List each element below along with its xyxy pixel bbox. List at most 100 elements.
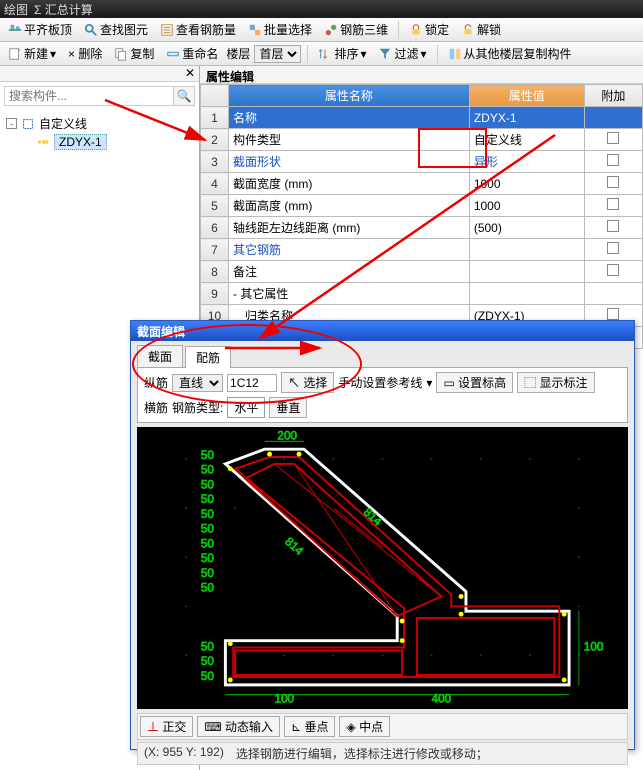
view-rebar-qty-button[interactable]: 查看钢筋量: [156, 19, 240, 40]
select-button[interactable]: ↖ 选择: [281, 372, 334, 393]
svg-text:50: 50: [201, 537, 215, 550]
component-tree: - 自定义线 ZDYX-1: [0, 110, 199, 155]
prop-extra-cell[interactable]: [584, 173, 642, 195]
prop-name-cell: 截面宽度 (mm): [229, 173, 470, 195]
tree-root[interactable]: - 自定义线: [6, 114, 193, 133]
midpoint-button[interactable]: ◈ 中点: [339, 716, 390, 737]
row-number: 5: [201, 195, 229, 217]
property-row[interactable]: 7其它钢筋: [201, 239, 643, 261]
dynamic-input-button[interactable]: ⌨ 动态输入: [197, 716, 280, 737]
checkbox[interactable]: [607, 176, 619, 188]
prop-value-cell[interactable]: 异形: [469, 151, 584, 173]
prop-name-cell: 截面高度 (mm): [229, 195, 470, 217]
section-toolbar: 纵筋 直线 ↖ 选择 手动设置参考线▾ ▭ 设置标高 ⬚ 显示标注 横筋 钢筋类…: [137, 367, 628, 423]
checkbox[interactable]: [607, 154, 619, 166]
property-row[interactable]: 3截面形状异形: [201, 151, 643, 173]
longi-type-select[interactable]: 直线: [172, 374, 223, 392]
rename-button[interactable]: 重命名: [162, 43, 222, 64]
batch-select-button[interactable]: 批量选择: [244, 19, 316, 40]
row-number: 6: [201, 217, 229, 239]
prop-value-cell[interactable]: (500): [469, 217, 584, 239]
copy-from-other-floor-button[interactable]: 从其他楼层复制构件: [444, 43, 576, 64]
floor-select[interactable]: 首层: [254, 45, 301, 63]
section-canvas[interactable]: 200 100400 100 505050 505050 505050 5050…: [137, 427, 628, 709]
perpendicular-button[interactable]: ⊾ 垂点: [284, 716, 335, 737]
prop-value-cell[interactable]: 1000: [469, 195, 584, 217]
prop-extra-cell[interactable]: [584, 261, 642, 283]
prop-extra-cell[interactable]: [584, 217, 642, 239]
svg-text:200: 200: [277, 429, 297, 442]
rebar-3d-button[interactable]: 钢筋三维: [320, 19, 392, 40]
checkbox[interactable]: [607, 308, 619, 320]
copy-button[interactable]: 复制: [110, 43, 158, 64]
tab-section[interactable]: 截面: [137, 345, 183, 367]
property-row[interactable]: 2构件类型自定义线: [201, 129, 643, 151]
prop-extra-cell[interactable]: [584, 129, 642, 151]
search-button[interactable]: 🔍: [173, 86, 195, 106]
rebar-spec-input[interactable]: [227, 374, 277, 392]
prop-value-cell[interactable]: 1000: [469, 173, 584, 195]
prop-extra-cell[interactable]: [584, 107, 642, 129]
checkbox[interactable]: [607, 242, 619, 254]
tree-child[interactable]: ZDYX-1: [6, 133, 193, 151]
prop-name-cell: 名称: [229, 107, 470, 129]
unlock-button[interactable]: 解锁: [457, 19, 505, 40]
property-row[interactable]: 1名称ZDYX-1: [201, 107, 643, 129]
close-icon[interactable]: ✕: [185, 66, 195, 81]
find-element-button[interactable]: 查找图元: [80, 19, 152, 40]
checkbox[interactable]: [607, 198, 619, 210]
collapse-icon[interactable]: -: [6, 118, 17, 129]
search-input[interactable]: [4, 86, 173, 106]
svg-text:50: 50: [201, 582, 215, 595]
section-statusbar: (X: 955 Y: 192) 选择钢筋进行编辑，选择标注进行修改或移动；: [137, 742, 628, 765]
set-elevation-button[interactable]: ▭ 设置标高: [436, 372, 513, 393]
prop-extra-cell[interactable]: [584, 151, 642, 173]
prop-value-cell[interactable]: [469, 261, 584, 283]
property-row[interactable]: 8备注: [201, 261, 643, 283]
property-row[interactable]: 9- 其它属性: [201, 283, 643, 305]
svg-text:400: 400: [432, 693, 452, 706]
hint-text: 选择钢筋进行编辑，选择标注进行修改或移动；: [236, 745, 488, 762]
vertical-button[interactable]: 垂直: [269, 397, 307, 418]
tab-rebar[interactable]: 配筋: [185, 346, 231, 368]
show-annotation-button[interactable]: ⬚ 显示标注: [517, 372, 594, 393]
chevron-down-icon: ▾: [421, 47, 427, 61]
horizontal-button[interactable]: 水平: [227, 397, 265, 418]
search-icon: 🔍: [177, 89, 192, 103]
separator: [398, 21, 399, 39]
property-row[interactable]: 5截面高度 (mm)1000: [201, 195, 643, 217]
section-tabs: 截面 配筋: [131, 341, 634, 367]
longitudinal-label: 纵筋: [144, 374, 168, 391]
prop-value-cell[interactable]: ZDYX-1: [469, 107, 584, 129]
prop-name-cell: - 其它属性: [229, 283, 470, 305]
checkbox[interactable]: [607, 220, 619, 232]
ortho-button[interactable]: ⊥ 正交: [140, 716, 193, 737]
property-row[interactable]: 4截面宽度 (mm)1000: [201, 173, 643, 195]
new-button[interactable]: 新建▾: [4, 43, 60, 64]
prop-value-cell[interactable]: [469, 239, 584, 261]
separator: [437, 45, 438, 63]
mid-icon: ◈: [346, 720, 355, 734]
rebar-type-label: 钢筋类型:: [172, 399, 223, 416]
prop-extra-cell[interactable]: [584, 283, 642, 305]
checkbox[interactable]: [607, 264, 619, 276]
prop-name-cell: 轴线距左边线距离 (mm): [229, 217, 470, 239]
row-number: 2: [201, 129, 229, 151]
checkbox[interactable]: [607, 132, 619, 144]
svg-text:50: 50: [201, 552, 215, 565]
chevron-down-icon[interactable]: ▾: [426, 376, 432, 390]
property-row[interactable]: 6轴线距左边线距离 (mm)(500): [201, 217, 643, 239]
sort-button[interactable]: 排序▾: [314, 43, 370, 64]
header-blank: [201, 85, 229, 107]
delete-button[interactable]: × 删除: [64, 43, 106, 64]
lock-button[interactable]: 锁定: [405, 19, 453, 40]
prop-extra-cell[interactable]: [584, 195, 642, 217]
filter-button[interactable]: 过滤▾: [374, 43, 430, 64]
menu-drawing[interactable]: 绘图: [4, 1, 28, 18]
prop-value-cell[interactable]: 自定义线: [469, 129, 584, 151]
align-slab-top-button[interactable]: 平齐板顶: [4, 19, 76, 40]
menu-summary[interactable]: Σ 汇总计算: [34, 1, 93, 18]
prop-extra-cell[interactable]: [584, 239, 642, 261]
floor-label: 楼层: [226, 45, 250, 62]
prop-value-cell[interactable]: [469, 283, 584, 305]
